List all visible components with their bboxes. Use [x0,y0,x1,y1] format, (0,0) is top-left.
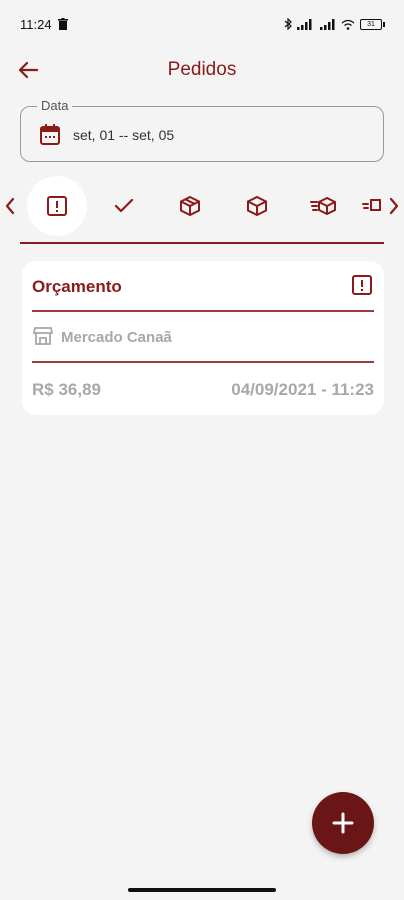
status-bar: 11:24 31 [0,0,404,48]
chevron-right-icon[interactable] [388,197,400,215]
home-indicator[interactable] [128,888,276,892]
fast-delivery-icon [310,196,336,216]
tab-packed[interactable] [227,176,287,236]
tab-dispatched[interactable] [294,176,354,236]
app-bar: Pedidos [0,48,404,92]
date-range-field[interactable]: Data set, 01 -- set, 05 [20,98,384,162]
store-name: Mercado Canaã [61,329,172,346]
check-icon [114,198,134,213]
store-icon [33,327,53,345]
status-tabs [0,176,404,236]
order-status-title: Orçamento [32,277,122,296]
page-title: Pedidos [167,59,237,80]
back-button[interactable] [14,56,42,84]
card-divider [32,310,374,312]
battery-icon: 31 [360,18,385,30]
bluetooth-icon [284,18,292,30]
tabs-divider [20,242,384,244]
tab-budget[interactable] [27,176,87,236]
exclamation-box-icon [352,275,372,295]
order-datetime: 04/09/2021 - 11:23 [231,380,374,399]
signal-icon [297,18,312,30]
truck-icon [362,199,381,211]
date-range-value: set, 01 -- set, 05 [73,127,175,143]
tab-preparing[interactable] [160,176,220,236]
plus-icon [332,812,354,834]
status-left: 11:24 [20,17,68,32]
add-order-button[interactable] [312,792,374,854]
order-total: R$ 36,89 [32,380,101,399]
trash-icon [57,18,68,30]
arrow-left-icon [18,61,38,79]
chevron-left-icon[interactable] [4,197,16,215]
box-outline-icon [180,195,200,217]
wifi-icon [341,19,355,30]
status-right: 31 [284,18,385,30]
battery-level: 31 [367,20,375,28]
box-icon [247,195,267,217]
tab-confirmed[interactable] [94,176,154,236]
order-card[interactable]: Orçamento Mercado Canaã R$ 36,89 04/09/2… [22,261,384,415]
signal-icon [320,18,335,30]
clock: 11:24 [20,16,52,32]
card-divider [32,361,374,363]
exclamation-box-icon [47,196,67,216]
date-field-label: Data [37,98,73,113]
calendar-icon [40,124,60,145]
